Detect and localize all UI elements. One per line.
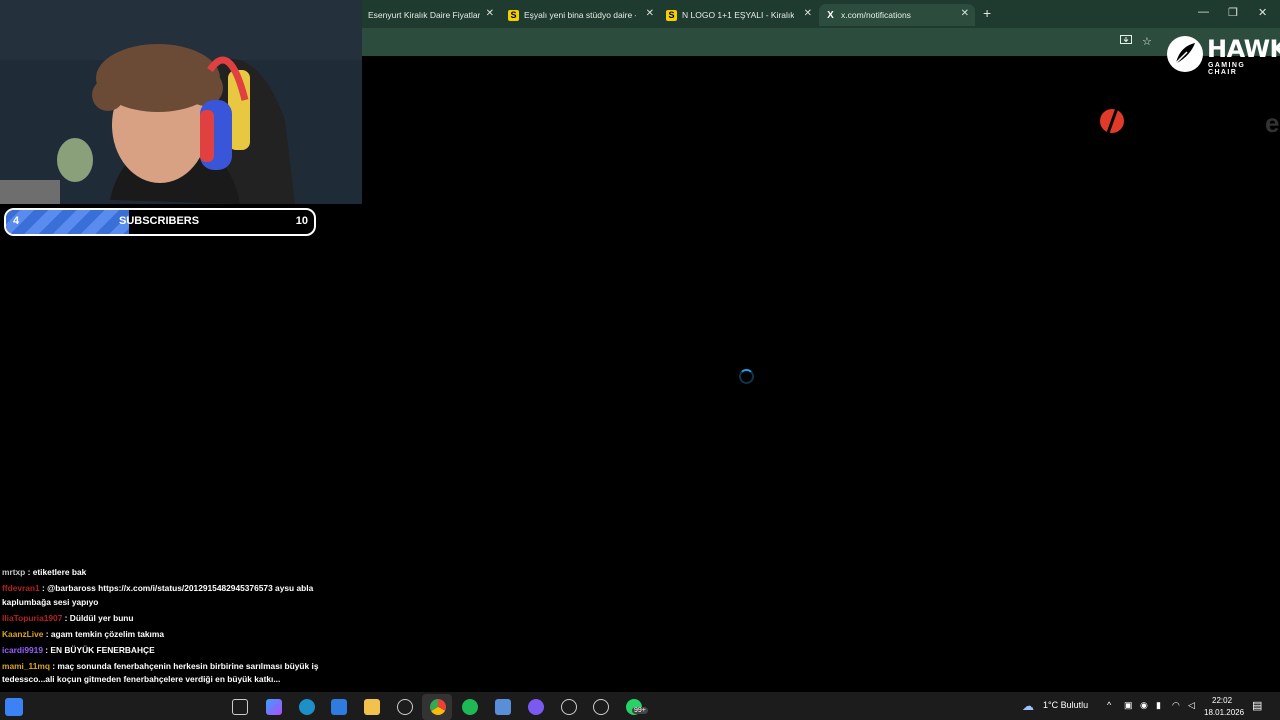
chat-username: IliaTopuria1907 [2, 612, 63, 623]
chat-message: icardi9919 : EN BÜYÜK FENERBAHÇE [2, 644, 332, 658]
tab-esyali-studyo[interactable]: S Eşyalı yeni bina stüdyo daire - K ✕ [502, 4, 660, 26]
tab-title: Eşyalı yeni bina stüdyo daire - K [524, 10, 636, 20]
hawk-wordmark: HAWK [1207, 35, 1280, 63]
chat-username: mami_11mq [2, 660, 50, 671]
file-explorer-icon[interactable] [364, 699, 380, 715]
chat-text: : Düldül yer bunu [62, 612, 134, 623]
mail-icon[interactable] [331, 699, 347, 715]
restore-button[interactable]: ❐ [1228, 6, 1238, 19]
browser-toolbar: ☆ [362, 28, 1280, 56]
tab-n-logo[interactable]: S N LOGO 1+1 EŞYALI - Kiralık Dai ✕ [660, 4, 818, 26]
chat-text: : @barbaross https://x.com/i/status/2012… [2, 583, 314, 607]
discord-icon[interactable] [528, 699, 544, 715]
whatsapp-badge: 99+ [632, 707, 648, 714]
chat-text: : maç sonunda fenerbahçenin herkesin bir… [2, 660, 319, 685]
cloud-icon: ☁ [1022, 699, 1034, 713]
wifi-icon[interactable]: ◠ [1172, 700, 1180, 711]
microphone-icon[interactable]: ▮ [1156, 700, 1161, 711]
subscriber-label: SUBSCRIBERS [119, 215, 200, 227]
chat-text: : agam temkin çözelim takıma [43, 628, 164, 639]
weather-text[interactable]: 1°C Bulutlu [1043, 700, 1088, 710]
chat-username: mrtxp [2, 567, 26, 577]
clock-date[interactable]: 18.01.2026 [1204, 708, 1244, 717]
chat-message: IliaTopuria1907 : Düldül yer bunu [2, 612, 332, 626]
subscriber-count: 4 [13, 215, 20, 227]
hawk-tagline: GAMING CHAIR [1208, 62, 1246, 76]
tab-close-icon[interactable]: ✕ [646, 8, 654, 19]
chat-username: ffdevran1 [2, 583, 40, 593]
copilot-icon[interactable] [266, 699, 282, 715]
x-logo-icon: X [827, 9, 834, 21]
tab-close-icon[interactable]: ✕ [804, 8, 812, 19]
tab-title: N LOGO 1+1 EŞYALI - Kiralık Dai [682, 10, 794, 20]
chat-username: icardi9919 [2, 644, 43, 655]
new-tab-button[interactable]: + [983, 5, 991, 21]
subscriber-goal-bar: 4 SUBSCRIBERS 10 [4, 208, 316, 236]
start-icon[interactable] [5, 698, 23, 716]
threads-icon[interactable] [593, 699, 609, 715]
chat-message: KaanzLive : agam temkin çözelim takıma [2, 628, 332, 642]
tab-close-icon[interactable]: ✕ [961, 8, 969, 19]
cropped-letter: e [1265, 108, 1280, 138]
screen: Esenyurt Kiralık Daire Fiyatları ve ✕ S … [0, 0, 1280, 720]
site-s-icon: S [666, 9, 677, 21]
chevron-up-icon[interactable]: ^ [1107, 700, 1111, 710]
tab-title: x.com/notifications [841, 10, 911, 20]
subscriber-goal: 10 [295, 215, 308, 227]
chat-message: ffdevran1 : @barbaross https://x.com/i/s… [2, 582, 332, 609]
chat-text: : EN BÜYÜK FENERBAHÇE [42, 644, 155, 655]
spotify-icon[interactable] [462, 699, 478, 715]
streamer-logo-icon [1097, 105, 1127, 140]
clock-time[interactable]: 22:02 [1212, 696, 1232, 705]
tab-title: Esenyurt Kiralık Daire Fiyatları ve [368, 10, 480, 20]
tab-x-notifications[interactable]: X x.com/notifications ✕ [819, 4, 975, 26]
hawk-logo: HAWK GAMING CHAIR [1165, 34, 1280, 76]
bookmark-star-icon[interactable]: ☆ [1142, 35, 1152, 48]
tab-esenyurt[interactable]: Esenyurt Kiralık Daire Fiyatları ve ✕ [362, 4, 500, 26]
chat-message: mami_11mq : maç sonunda fenerbahçenin he… [2, 660, 332, 687]
tray-app-icon[interactable]: ▣ [1124, 700, 1133, 711]
volume-icon[interactable]: ◁ [1188, 700, 1195, 711]
tab-close-icon[interactable]: ✕ [486, 8, 494, 19]
app-icon[interactable] [495, 699, 511, 715]
webcam-feed [0, 0, 362, 204]
install-app-icon[interactable] [1120, 35, 1132, 49]
obs-icon[interactable] [561, 699, 577, 715]
site-s-icon: S [508, 9, 519, 21]
edge-icon[interactable] [299, 699, 315, 715]
task-view-icon[interactable] [232, 699, 248, 715]
notification-icon[interactable]: ▤ [1252, 699, 1262, 712]
xbox-icon[interactable] [397, 699, 413, 715]
subscriber-progress-fill [6, 210, 130, 234]
chat-message: mrtxp : etiketlere bak [2, 566, 332, 580]
page-content [362, 56, 1280, 692]
browser-tabstrip: Esenyurt Kiralık Daire Fiyatları ve ✕ S … [362, 0, 1280, 28]
chat-text: : etiketlere bak [25, 567, 87, 577]
network-icon[interactable]: ◉ [1140, 700, 1148, 711]
chat-username: KaanzLive [2, 628, 44, 639]
chrome-icon[interactable] [430, 699, 446, 715]
minimize-button[interactable]: — [1198, 6, 1209, 18]
hawk-feather-icon [1167, 36, 1203, 72]
close-window-button[interactable]: ✕ [1258, 6, 1267, 19]
loading-spinner-icon [739, 369, 754, 384]
